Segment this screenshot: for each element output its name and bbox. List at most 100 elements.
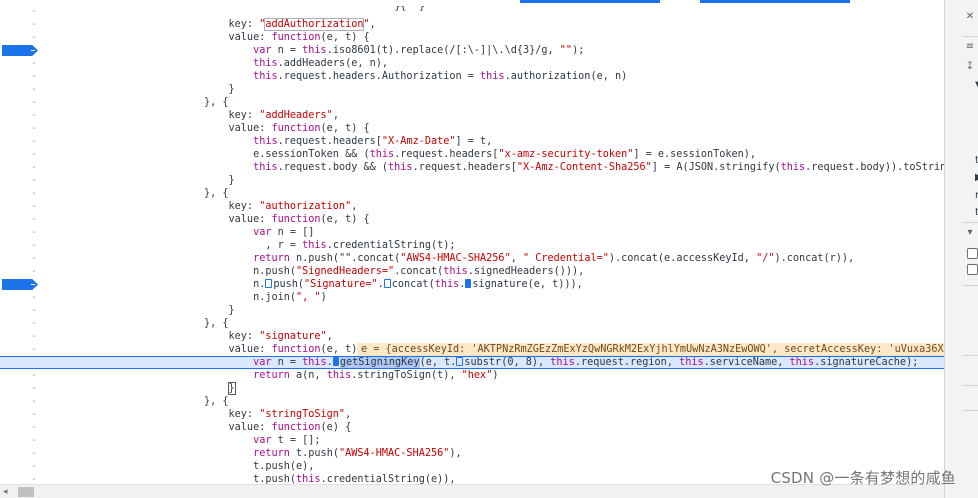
code-line[interactable]: {}, { xyxy=(0,5,944,18)
code-line-text: key: "addAuthorization", xyxy=(204,18,376,31)
code-line-text: n. push("Signature=". concat(this. signatur… xyxy=(204,278,583,291)
code-token: . xyxy=(377,279,384,290)
code-token: , xyxy=(351,201,358,212)
code-line[interactable]: e.sessionToken && (this.request.headers[… xyxy=(0,148,944,161)
panel-collapse-icon[interactable]: ▾ xyxy=(963,226,977,240)
code-line-text: this.request.headers.Authorization = thi… xyxy=(204,70,627,83)
code-line[interactable]: value: function(e, t) { xyxy=(0,31,944,44)
code-line-text: return t.push("AWS4-HMAC-SHA256"), xyxy=(204,447,462,460)
code-line[interactable]: return a(n, this.stringToSign(t), "hex") xyxy=(0,369,944,382)
code-line[interactable]: this.request.headers["X-Amz-Date"] = t, xyxy=(0,135,944,148)
code-line[interactable]: n. push("Signature=". concat(this. signatur… xyxy=(0,278,944,291)
code-token: a(n, xyxy=(289,370,327,381)
code-line[interactable]: } xyxy=(0,382,944,395)
code-token: this xyxy=(480,71,505,82)
code-token: . xyxy=(326,357,333,368)
panel-expand-icon[interactable]: ≡ xyxy=(963,40,977,54)
code-line-text: , r = this.credentialString(t); xyxy=(204,239,455,252)
code-line-text: } xyxy=(204,174,235,187)
code-line[interactable]: value: function(e, t) { xyxy=(0,122,944,135)
step-into-marker-icon xyxy=(465,279,472,288)
panel-step-icon[interactable]: ↧ xyxy=(963,60,977,74)
code-line[interactable]: value: function(e, t) {e = {accessKeyId:… xyxy=(0,343,944,356)
code-token: } xyxy=(204,175,235,186)
source-editor[interactable]: ---------------------------------- {}, {… xyxy=(0,0,944,484)
code-token: "AWS4-HMAC-SHA256" xyxy=(338,448,450,459)
code-token: signature(e, t))), xyxy=(472,279,583,290)
code-token: .serviceName, xyxy=(703,357,790,368)
code-line[interactable]: } xyxy=(0,304,944,317)
code-token: " Credential=" xyxy=(522,253,609,264)
scroll-left-arrow-icon[interactable]: ◂ xyxy=(3,486,8,498)
code-token: "addHeaders" xyxy=(259,110,333,121)
code-line[interactable]: key: "authorization", xyxy=(0,200,944,213)
code-line-text: key: "stringToSign", xyxy=(204,408,352,421)
code-token: ) xyxy=(320,292,327,303)
active-tab-indicator-secondary xyxy=(700,0,850,3)
code-token: "hex" xyxy=(461,370,493,381)
code-line[interactable]: , r = this.credentialString(t); xyxy=(0,239,944,252)
code-token: , xyxy=(326,331,333,342)
code-line[interactable]: } xyxy=(0,83,944,96)
code-token: } xyxy=(204,84,235,95)
code-token: (e, t) { xyxy=(320,123,370,134)
code-token: this xyxy=(780,162,806,173)
horizontal-scrollbar-thumb[interactable] xyxy=(18,487,34,497)
code-token: .authorization(e, n) xyxy=(504,71,628,82)
code-line-text: this.request.headers["X-Amz-Date"] = t, xyxy=(204,135,492,148)
code-token: , r = xyxy=(204,240,303,251)
code-line[interactable]: this.request.body && (this.request.heade… xyxy=(0,161,944,174)
code-line[interactable]: value: function(e) { xyxy=(0,421,944,434)
code-line-text: value: function(e, t) { xyxy=(204,31,370,44)
code-line-text: }, { xyxy=(204,187,229,200)
step-into-marker-icon xyxy=(383,279,391,288)
code-line[interactable]: key: "addHeaders", xyxy=(0,109,944,122)
code-line[interactable]: }, { xyxy=(0,317,944,330)
code-token: this xyxy=(679,357,704,368)
code-token: this xyxy=(253,58,278,69)
code-line[interactable]: var n = this.iso8601(t).replace(/[:\-]|\… xyxy=(0,44,944,57)
code-token: {}, { xyxy=(198,6,425,17)
code-token: key: xyxy=(204,110,260,121)
code-line[interactable]: n.push("SignedHeaders=".concat(this.sign… xyxy=(0,265,944,278)
debugger-side-panel[interactable]: ✕ ≡ ↧ ▼ t ▶ r t ▾ xyxy=(944,0,978,498)
code-line[interactable]: var n = [] xyxy=(0,226,944,239)
code-token: t.push( xyxy=(289,448,339,459)
code-line[interactable]: this.request.headers.Authorization = thi… xyxy=(0,70,944,83)
code-token: (e) { xyxy=(320,422,352,433)
code-token: var xyxy=(253,435,272,446)
code-line-text: value: function(e, t) { xyxy=(204,343,370,356)
code-line[interactable]: }, { xyxy=(0,187,944,200)
inline-variable-value[interactable]: e = {accessKeyId: 'AKTPNzRmZGEzZmExYzQwN… xyxy=(357,343,944,356)
paused-execution-line[interactable]: var n = this. getSigningKey(e, t. substr(0… xyxy=(0,356,944,369)
code-line[interactable]: key: "stringToSign", xyxy=(0,408,944,421)
code-line[interactable]: return t.push("AWS4-HMAC-SHA256"), xyxy=(0,447,944,460)
pause-exceptions-checkbox[interactable] xyxy=(967,248,978,259)
code-line[interactable]: key: "addAuthorization", xyxy=(0,18,944,31)
code-token: this xyxy=(253,162,278,173)
code-token: ] = e.sessionToken), xyxy=(633,149,757,160)
code-line[interactable]: }, { xyxy=(0,395,944,408)
panel-close-icon[interactable]: ✕ xyxy=(963,10,977,24)
code-line[interactable]: } xyxy=(0,174,944,187)
code-line-text: value: function(e) { xyxy=(204,421,352,434)
code-line[interactable]: key: "signature", xyxy=(0,330,944,343)
pause-caught-checkbox[interactable] xyxy=(967,264,978,275)
code-token: push( xyxy=(273,279,305,290)
code-line[interactable]: }, { xyxy=(0,96,944,109)
code-line[interactable]: var t = []; xyxy=(0,434,944,447)
code-line-text: return n.push("".concat("AWS4-HMAC-SHA25… xyxy=(204,252,854,265)
code-line-text: return a(n, this.stringToSign(t), "hex") xyxy=(204,369,498,382)
code-line[interactable]: return n.push("".concat("AWS4-HMAC-SHA25… xyxy=(0,252,944,265)
code-line[interactable]: this.addHeaders(e, n), xyxy=(0,57,944,70)
code-line[interactable]: n.join(", ") xyxy=(0,291,944,304)
code-line[interactable]: value: function(e, t) { xyxy=(0,213,944,226)
code-token: addAuthorization xyxy=(264,18,365,31)
code-token: t = []; xyxy=(271,435,321,446)
code-token: .concat( xyxy=(394,266,444,277)
